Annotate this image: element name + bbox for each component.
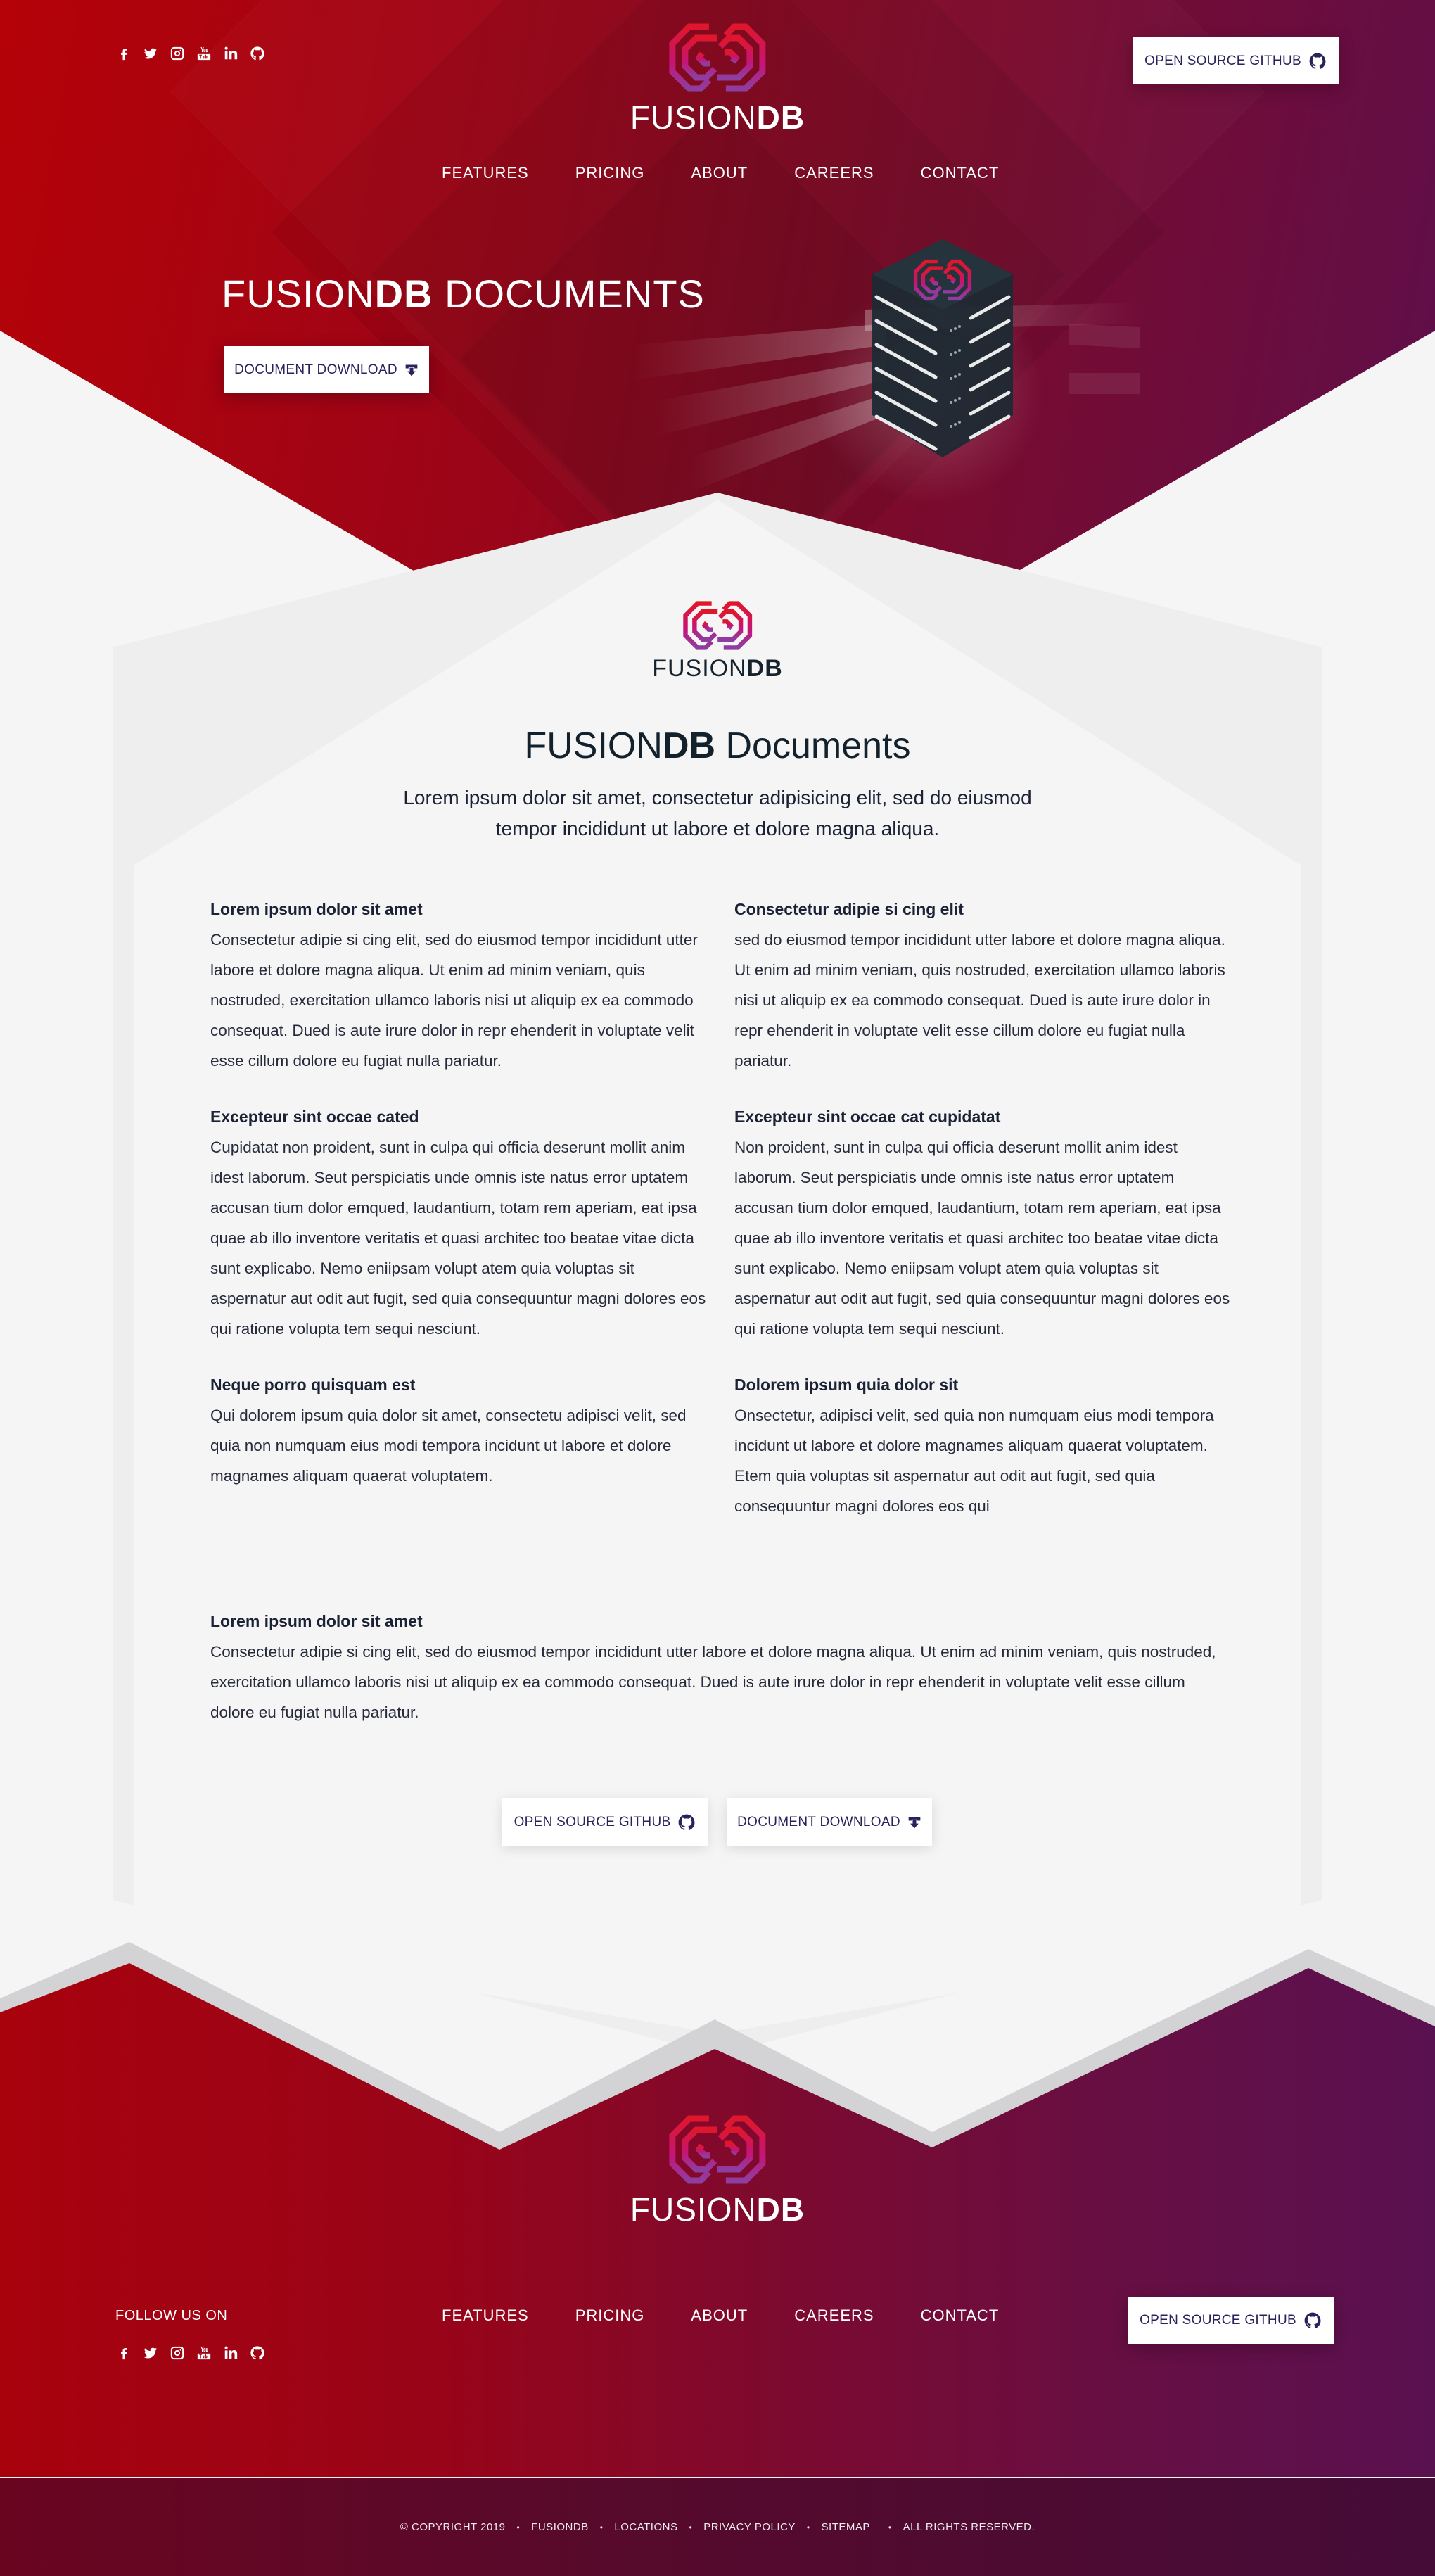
header-logo[interactable]: FUSIONDB	[630, 23, 805, 137]
footer-nav-pricing[interactable]: PRICING	[575, 2307, 645, 2325]
legal-link-locations[interactable]: LOCATIONS	[614, 2521, 677, 2533]
logo-wordmark: FUSIONDB	[630, 99, 805, 136]
separator-dot: •	[516, 2522, 521, 2532]
nav-contact[interactable]: CONTACT	[921, 164, 1000, 182]
hero-title: FUSIONDB DOCUMENTS	[222, 272, 705, 316]
instagram-icon[interactable]	[169, 45, 186, 62]
linkedin-icon[interactable]	[222, 45, 239, 62]
follow-us-label: FOLLOW US ON	[115, 2308, 228, 2323]
section-heading: Lorem ipsum dolor sit amet	[210, 1612, 423, 1630]
doc-section-full: Lorem ipsum dolor sit amet Consectetur a…	[210, 1610, 1230, 1727]
section-heading: Dolorem ipsum quia dolor sit	[734, 1376, 959, 1394]
doc-section: Dolorem ipsum quia dolor sit Onsectetur,…	[734, 1373, 1234, 1521]
content-github-button[interactable]: OPEN SOURCE GITHUB	[502, 1798, 708, 1846]
nav-careers[interactable]: CAREERS	[794, 164, 874, 182]
documents-title: FUSIONDB Documents	[524, 725, 911, 766]
section-body: sed do eiusmod tempor incididunt utter l…	[734, 931, 1225, 1070]
linkedin-icon[interactable]	[222, 2345, 239, 2361]
download-icon	[404, 363, 419, 377]
logo-wordmark: FUSIONDB	[652, 655, 783, 682]
section-heading: Neque porro quisquam est	[210, 1376, 416, 1394]
twitter-icon[interactable]	[142, 2345, 159, 2361]
youtube-icon[interactable]	[196, 2345, 212, 2361]
nav-about[interactable]: ABOUT	[691, 164, 748, 182]
section-heading: Excepteur sint occae cat cupidatat	[734, 1108, 1001, 1126]
section-body: Consectetur adipie si cing elit, sed do …	[210, 1643, 1216, 1721]
github-button-label: OPEN SOURCE GITHUB	[1140, 2312, 1296, 2328]
nav-pricing[interactable]: PRICING	[575, 164, 645, 182]
rights-reserved-text: ALL RIGHTS RESERVED.	[903, 2521, 1035, 2533]
legal-link-sitemap[interactable]: SITEMAP	[822, 2521, 870, 2533]
section-body: Non proident, sunt in culpa qui officia …	[734, 1138, 1230, 1338]
legal-bar: © COPYRIGHT 2019 • FUSIONDB • LOCATIONS …	[0, 2478, 1435, 2576]
separator-dot: •	[806, 2522, 810, 2532]
footer-logo: FUSIONDB	[630, 2114, 805, 2228]
copyright-text: © COPYRIGHT 2019	[400, 2521, 506, 2533]
github-icon[interactable]	[249, 2345, 266, 2361]
github-icon	[1303, 2311, 1322, 2330]
section-heading: Consectetur adipie si cing elit	[734, 900, 964, 918]
facebook-icon[interactable]	[115, 2345, 132, 2361]
section-heading: Excepteur sint occae cated	[210, 1108, 419, 1126]
fusiondb-logo-icon	[682, 600, 753, 651]
github-icon	[677, 1813, 696, 1832]
separator-dot: •	[689, 2522, 693, 2532]
github-icon	[1308, 52, 1327, 70]
separator-dot: •	[888, 2522, 892, 2532]
nav-features[interactable]: FEATURES	[442, 164, 529, 182]
doc-section: Excepteur sint occae cated Cupidatat non…	[210, 1105, 710, 1344]
section-body: Onsectetur, adipisci velit, sed quia non…	[734, 1407, 1214, 1515]
footer-social-links	[115, 2345, 266, 2361]
footer-nav-careers[interactable]: CAREERS	[794, 2307, 874, 2325]
fusiondb-logo-icon	[668, 23, 767, 93]
facebook-icon[interactable]	[115, 45, 132, 62]
doc-section: Lorem ipsum dolor sit amet Consectetur a…	[210, 898, 710, 1076]
header-social-links	[115, 45, 266, 62]
content-logo: FUSIONDB	[652, 600, 783, 683]
footer-nav-features[interactable]: FEATURES	[442, 2307, 529, 2325]
footer-nav-about[interactable]: ABOUT	[691, 2307, 748, 2325]
hero-download-button[interactable]: DOCUMENT DOWNLOAD	[224, 346, 429, 393]
doc-section: Excepteur sint occae cat cupidatat Non p…	[734, 1105, 1234, 1344]
download-button-label: DOCUMENT DOWNLOAD	[737, 1814, 900, 1829]
github-icon[interactable]	[249, 45, 266, 62]
section-body: Qui dolorem ipsum quia dolor sit amet, c…	[210, 1407, 687, 1485]
fusiondb-logo-icon	[668, 2114, 767, 2185]
youtube-icon[interactable]	[196, 45, 212, 62]
github-button-label: OPEN SOURCE GITHUB	[514, 1814, 671, 1829]
section-heading: Lorem ipsum dolor sit amet	[210, 900, 423, 918]
documents-intro: Lorem ipsum dolor sit amet, consectetur …	[403, 787, 1032, 839]
header-github-button[interactable]: OPEN SOURCE GITHUB	[1133, 37, 1339, 84]
download-icon	[907, 1815, 921, 1829]
header-nav: FEATURES PRICING ABOUT CAREERS CONTACT	[442, 164, 999, 182]
content-download-button[interactable]: DOCUMENT DOWNLOAD	[727, 1798, 932, 1846]
download-button-label: DOCUMENT DOWNLOAD	[234, 362, 397, 377]
separator-dot: •	[599, 2522, 604, 2532]
github-button-label: OPEN SOURCE GITHUB	[1144, 53, 1301, 68]
section-body: Cupidatat non proident, sunt in culpa qu…	[210, 1138, 706, 1338]
doc-section: Consectetur adipie si cing elit sed do e…	[734, 898, 1234, 1076]
twitter-icon[interactable]	[142, 45, 159, 62]
logo-wordmark: FUSIONDB	[630, 2191, 805, 2228]
right-column: Consectetur adipie si cing elit sed do e…	[734, 898, 1234, 1551]
legal-link-fusiondb[interactable]: FUSIONDB	[531, 2521, 589, 2533]
legal-links: © COPYRIGHT 2019 • FUSIONDB • LOCATIONS …	[400, 2521, 1035, 2533]
left-column: Lorem ipsum dolor sit amet Consectetur a…	[210, 898, 710, 1521]
server-illustration	[802, 232, 1055, 514]
doc-section: Neque porro quisquam est Qui dolorem ips…	[210, 1373, 710, 1491]
footer-github-button[interactable]: OPEN SOURCE GITHUB	[1128, 2297, 1334, 2344]
footer-nav: FEATURES PRICING ABOUT CAREERS CONTACT	[442, 2307, 999, 2325]
footer-nav-contact[interactable]: CONTACT	[921, 2307, 1000, 2325]
legal-link-privacy-policy[interactable]: PRIVACY POLICY	[703, 2521, 796, 2533]
section-body: Consectetur adipie si cing elit, sed do …	[210, 931, 698, 1070]
instagram-icon[interactable]	[169, 2345, 186, 2361]
